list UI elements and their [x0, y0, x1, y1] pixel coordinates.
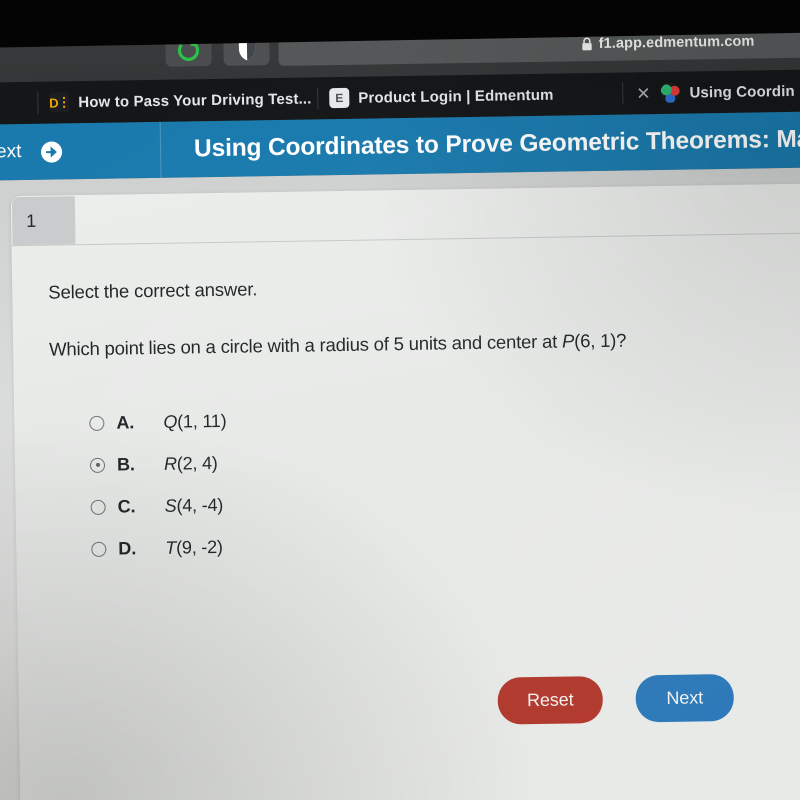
- page-title: Using Coordinates to Prove Geometric The…: [193, 124, 800, 163]
- de-favicon: D ⋮: [49, 92, 70, 113]
- address-bar[interactable]: f1.app.edmentum.com: [278, 22, 800, 66]
- option-coords: (2, 4): [176, 452, 218, 474]
- option-letter: D.: [118, 537, 137, 559]
- card-divider: [11, 231, 800, 247]
- tab-title: How to Pass Your Driving Test...: [78, 89, 312, 111]
- page-body: 1 Select the correct answer. Which point…: [0, 167, 800, 800]
- header-next-label: ext: [0, 141, 22, 163]
- question-text-after: (6, 1)?: [574, 329, 627, 352]
- answer-options: A. Q(1, 11) B. R(2, 4) C. S(4, -4) D. T(…: [50, 390, 800, 571]
- url-text: f1.app.edmentum.com: [598, 32, 755, 52]
- reload-icon: [177, 39, 200, 61]
- next-button[interactable]: Next: [635, 673, 735, 723]
- option-coords: (1, 11): [176, 410, 227, 432]
- option-point-label: S: [164, 495, 177, 516]
- reload-button[interactable]: [165, 33, 212, 67]
- action-buttons: Reset Next: [497, 673, 735, 725]
- radio-button-c[interactable]: [90, 499, 106, 515]
- screen-photo: f1.app.edmentum.com .. D⋮ How to Pass Yo…: [0, 0, 800, 800]
- option-point-label: T: [165, 537, 177, 558]
- reset-button[interactable]: Reset: [497, 675, 604, 725]
- question-text: Which point lies on a circle with a radi…: [49, 326, 800, 361]
- close-icon[interactable]: ✕: [636, 84, 651, 103]
- tab-title: Using Coordin: [689, 82, 795, 102]
- option-point-label: Q: [163, 411, 178, 432]
- question-point-label: P: [561, 330, 575, 352]
- question-number-tab[interactable]: 1: [11, 196, 76, 246]
- colored-dot-favicon: [660, 82, 681, 103]
- question-text-before: Which point lies on a circle with a radi…: [49, 330, 563, 360]
- question-number: 1: [26, 210, 37, 231]
- tab-overflow-stub[interactable]: ..: [0, 82, 38, 125]
- browser-window: f1.app.edmentum.com .. D⋮ How to Pass Yo…: [0, 9, 800, 800]
- shield-button[interactable]: [223, 32, 270, 66]
- option-letter: B.: [116, 453, 135, 475]
- browser-tab-driving-test[interactable]: D ⋮ How to Pass Your Driving Test...: [37, 77, 318, 123]
- option-coords: (4, -4): [176, 494, 224, 516]
- radio-button-d[interactable]: [91, 541, 107, 557]
- option-letter: A.: [116, 411, 135, 433]
- question-card: 1 Select the correct answer. Which point…: [10, 182, 800, 800]
- option-value: T(9, -2): [165, 536, 223, 558]
- question-content: Select the correct answer. Which point l…: [48, 269, 800, 725]
- lock-icon: [582, 37, 592, 50]
- browser-tab-product-login[interactable]: E Product Login | Edmentum: [317, 73, 623, 120]
- radio-button-a[interactable]: [89, 415, 105, 431]
- option-value: S(4, -4): [164, 494, 223, 516]
- option-value: Q(1, 11): [163, 410, 226, 432]
- shield-icon: [238, 38, 255, 60]
- browser-tab-using-coordinates[interactable]: ✕ Using Coordin: [622, 70, 800, 115]
- arrow-right-circle-icon[interactable]: [40, 140, 63, 163]
- option-letter: C.: [117, 495, 136, 517]
- option-value: R(2, 4): [164, 452, 218, 474]
- radio-button-b[interactable]: [89, 457, 106, 473]
- header-next-control[interactable]: ext: [0, 122, 162, 181]
- option-coords: (9, -2): [175, 536, 223, 558]
- option-point-label: R: [163, 453, 177, 474]
- question-prompt: Select the correct answer.: [48, 278, 258, 303]
- e-favicon: E: [329, 87, 350, 109]
- tab-title: Product Login | Edmentum: [358, 86, 554, 107]
